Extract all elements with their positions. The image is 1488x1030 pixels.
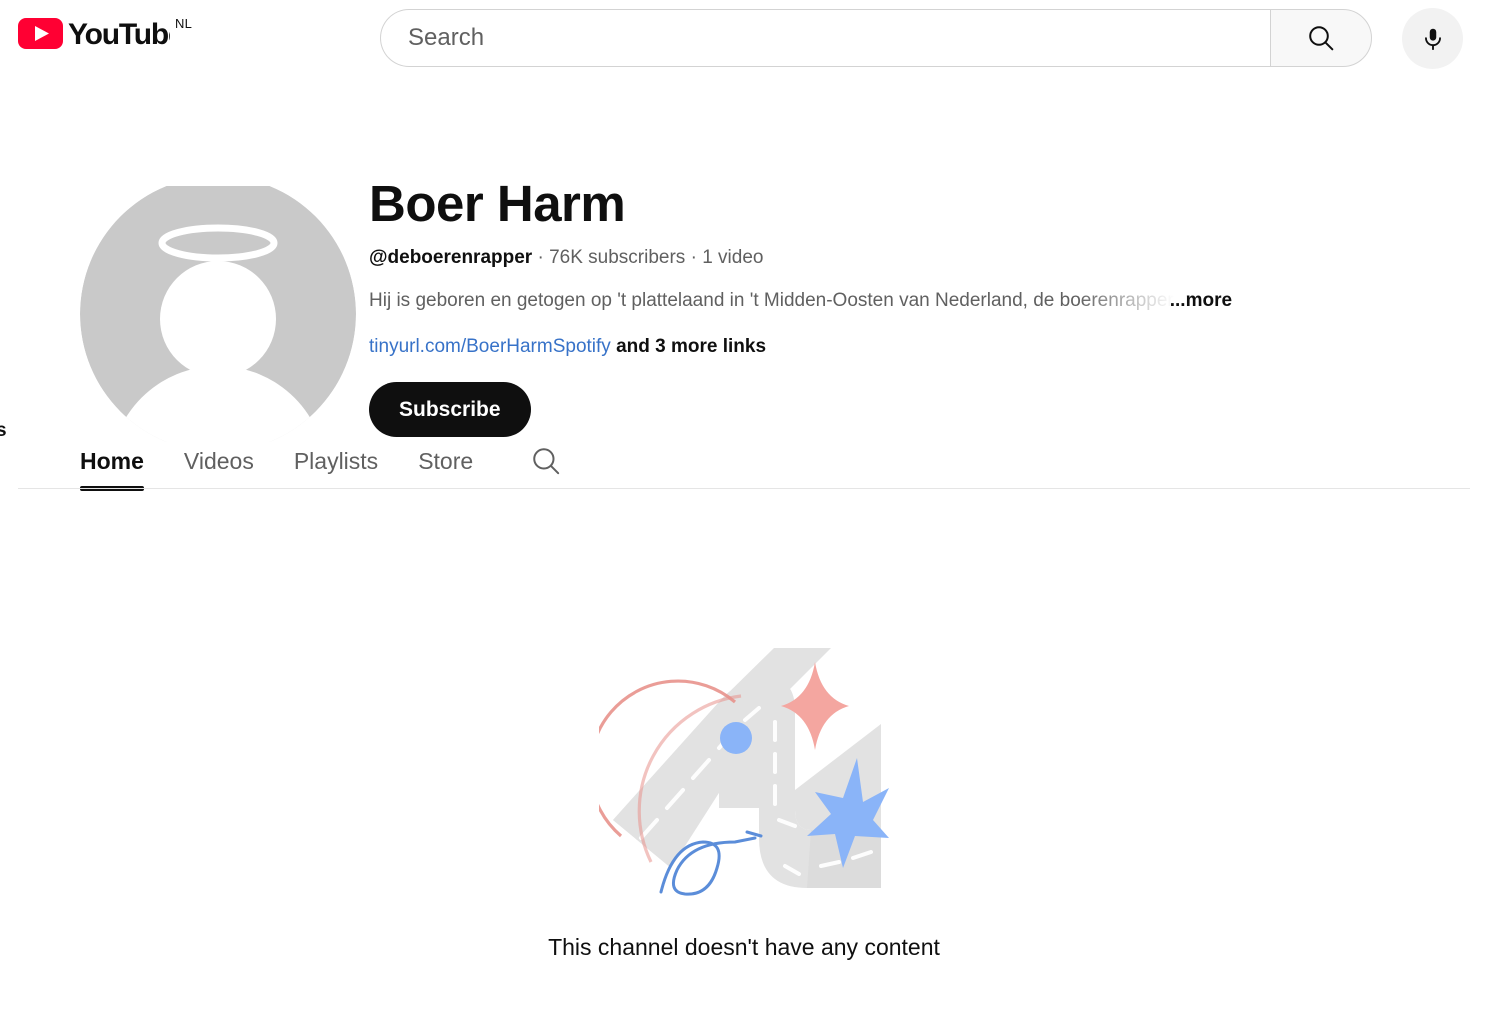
- voice-search-button[interactable]: [1402, 8, 1463, 69]
- channel-description-row[interactable]: Hij is geboren en getogen op 't plattela…: [369, 288, 1379, 314]
- clipped-offscreen-text: s: [0, 420, 7, 441]
- channel-tabs: Home Videos Playlists Store: [80, 433, 563, 491]
- winding-road-illustration: [599, 648, 889, 896]
- search-icon: [1309, 26, 1334, 51]
- channel-search-button[interactable]: [529, 433, 563, 489]
- channel-metadata: @deboerenrapper · 76K subscribers · 1 vi…: [369, 246, 1429, 271]
- channel-links-row: tinyurl.com/BoerHarmSpotify and 3 more l…: [369, 335, 1429, 360]
- svg-text:YouTube: YouTube: [68, 18, 170, 50]
- search-input[interactable]: Search: [408, 24, 484, 52]
- logo-country-code: NL: [175, 16, 193, 31]
- avatar[interactable]: [80, 176, 356, 452]
- search-bar: Search: [380, 9, 1372, 67]
- default-avatar-icon: [80, 176, 356, 452]
- channel-description: Hij is geboren en getogen op 't plattela…: [369, 289, 1174, 311]
- metadata-separator-2: ·: [690, 247, 697, 269]
- tab-home[interactable]: Home: [80, 433, 144, 491]
- tab-store[interactable]: Store: [418, 433, 473, 489]
- search-icon: [533, 448, 560, 475]
- expand-description-button[interactable]: ...more: [1170, 288, 1232, 314]
- masthead: YouTube NL Search: [0, 0, 1488, 76]
- youtube-logo-icon: YouTube: [18, 18, 170, 50]
- empty-state: This channel doesn't have any content: [0, 630, 1488, 961]
- tab-playlists[interactable]: Playlists: [294, 433, 378, 489]
- metadata-separator-1: ·: [537, 247, 544, 269]
- more-links-button[interactable]: and 3 more links: [616, 336, 766, 357]
- channel-primary-link[interactable]: tinyurl.com/BoerHarmSpotify: [369, 336, 611, 357]
- page-title: Boer Harm: [369, 175, 626, 232]
- subscriber-count: 76K subscribers: [549, 247, 686, 269]
- tab-videos[interactable]: Videos: [184, 433, 254, 489]
- search-input-container[interactable]: Search: [380, 9, 1270, 67]
- tabs-divider: [18, 488, 1470, 489]
- search-submit-button[interactable]: [1270, 9, 1372, 67]
- channel-info: Boer Harm @deboerenrapper · 76K subscrib…: [369, 175, 1429, 438]
- microphone-icon: [1424, 28, 1441, 50]
- channel-handle[interactable]: @deboerenrapper: [369, 247, 532, 268]
- empty-state-message: This channel doesn't have any content: [548, 934, 940, 960]
- youtube-logo[interactable]: YouTube NL: [18, 16, 192, 56]
- subscribe-button[interactable]: Subscribe: [369, 382, 531, 438]
- video-count: 1 video: [702, 247, 764, 269]
